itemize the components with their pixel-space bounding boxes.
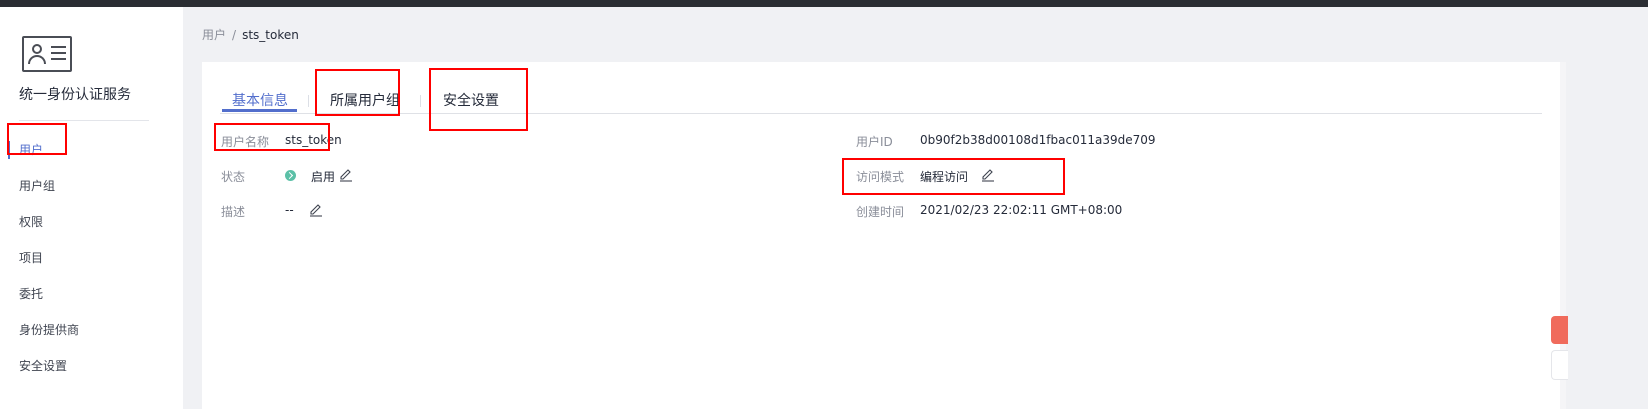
annotation-box-username (214, 123, 330, 151)
sidebar-item-permissions[interactable]: 权限 (19, 213, 43, 230)
detail-card: 基本信息 所属用户组 安全设置 用户名称 sts_token 状态 启用 描述 … (202, 62, 1560, 409)
sidebar-item-projects[interactable]: 项目 (19, 249, 43, 266)
user-id-value: 0b90f2b38d00108d1fbac011a39de709 (920, 133, 1156, 147)
status-label: 状态 (221, 170, 246, 184)
breadcrumb-parent[interactable]: 用户 (202, 28, 226, 42)
service-title: 统一身份认证服务 (19, 87, 131, 103)
edit-description-icon[interactable] (309, 203, 323, 217)
description-label: 描述 (221, 205, 246, 219)
created-time-label: 创建时间 (856, 205, 905, 219)
tab-separator (420, 95, 421, 107)
status-value: 启用 (311, 170, 336, 184)
sidebar-item-agencies[interactable]: 委托 (19, 285, 43, 302)
annotation-box-user-groups-tab (315, 69, 400, 116)
tab-separator (308, 95, 309, 107)
smiley-float-button[interactable] (1551, 350, 1568, 380)
annotation-box-access-mode (842, 158, 1065, 195)
breadcrumb: 用户 / sts_token (202, 26, 299, 43)
status-enabled-icon (285, 170, 296, 181)
edit-status-icon[interactable] (339, 168, 353, 182)
user-id-label: 用户ID (856, 135, 893, 149)
created-time-value: 2021/02/23 22:02:11 GMT+08:00 (920, 203, 1123, 217)
sidebar-item-identity-providers[interactable]: 身份提供商 (19, 321, 79, 338)
active-tab-underline (222, 109, 297, 112)
sidebar-item-user-groups[interactable]: 用户组 (19, 177, 55, 194)
annotation-box-users (7, 123, 67, 155)
user-card-icon (22, 36, 72, 72)
breadcrumb-current: sts_token (242, 28, 299, 42)
tabs-divider (220, 113, 1542, 114)
sidebar: 统一身份认证服务 用户 用户组 权限 项目 委托 身份提供商 安全设置 (0, 7, 183, 409)
top-bar (0, 0, 1648, 7)
annotation-box-security-tab (429, 68, 528, 131)
sidebar-item-security-settings[interactable]: 安全设置 (19, 357, 67, 374)
tab-basic-info[interactable]: 基本信息 (232, 90, 288, 110)
breadcrumb-separator: / (232, 28, 237, 42)
description-value: -- (285, 203, 294, 217)
feedback-float-button[interactable] (1551, 316, 1568, 344)
sidebar-divider (19, 120, 149, 121)
